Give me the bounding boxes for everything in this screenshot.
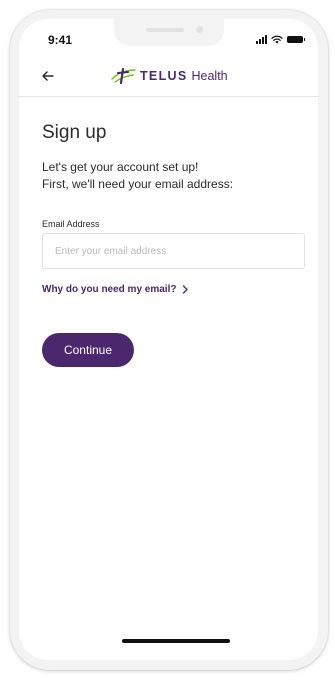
- chevron-right-icon: [183, 285, 189, 294]
- intro-line-1: Let's get your account set up!: [42, 160, 199, 174]
- brand-suffix: Health: [191, 69, 228, 83]
- status-icons: [256, 35, 305, 44]
- speaker-grille: [146, 28, 184, 32]
- stage: 9:41 TELUS Health Sign up Let's get your…: [0, 0, 335, 681]
- wifi-icon: [271, 35, 283, 44]
- phone-screen: 9:41 TELUS Health Sign up Let's get your…: [18, 18, 319, 661]
- page-title: Sign up: [42, 122, 107, 143]
- front-camera: [196, 26, 203, 33]
- telus-health-logo: TELUS Health: [110, 67, 228, 85]
- email-label: Email Address: [42, 219, 100, 229]
- intro-line-2: First, we'll need your email address:: [42, 177, 234, 191]
- signal-icon: [256, 35, 267, 44]
- why-email-link-label: Why do you need my email?: [42, 284, 177, 295]
- continue-button[interactable]: Continue: [42, 333, 134, 367]
- email-input[interactable]: [42, 233, 305, 269]
- intro-text: Let's get your account set up! First, we…: [42, 159, 233, 193]
- status-time: 9:41: [48, 33, 73, 47]
- home-indicator[interactable]: [122, 639, 230, 643]
- app-header: TELUS Health: [18, 58, 319, 97]
- brand-name: TELUS: [140, 69, 188, 83]
- battery-icon: [287, 36, 305, 43]
- why-email-link[interactable]: Why do you need my email?: [42, 284, 189, 295]
- arrow-left-icon[interactable]: [40, 68, 56, 84]
- telus-logo-mark-icon: [111, 67, 136, 85]
- phone-notch: [114, 18, 224, 46]
